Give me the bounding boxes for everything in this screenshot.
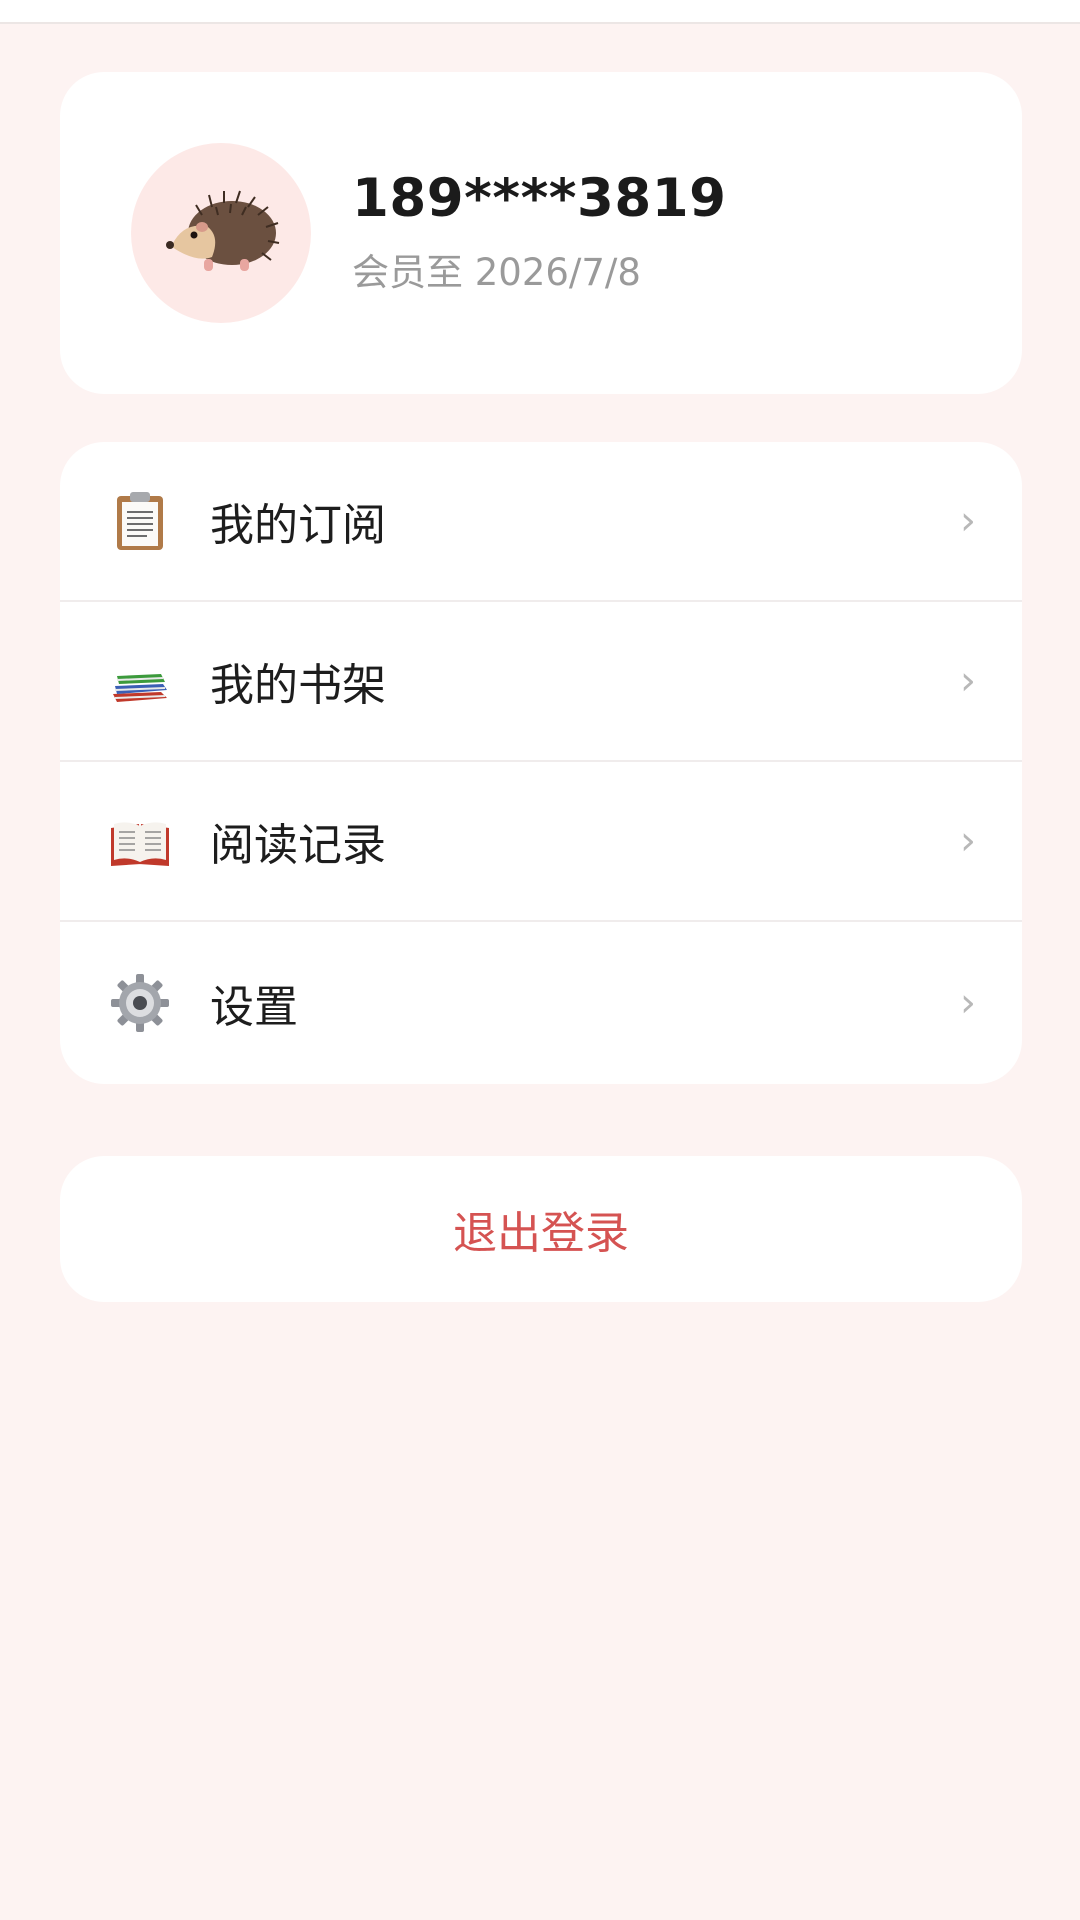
chevron-right-icon: ›	[960, 980, 976, 1026]
chevron-right-icon: ›	[960, 658, 976, 704]
clipboard-icon	[109, 490, 171, 552]
menu-item-bookshelf[interactable]: 我的书架 ›	[60, 602, 1022, 762]
logout-label: 退出登录	[453, 1208, 629, 1259]
menu-item-subscriptions[interactable]: 我的订阅 ›	[60, 442, 1022, 602]
menu-item-reading-history[interactable]: 阅读记录 ›	[60, 762, 1022, 922]
phone-number: 189****3819	[352, 168, 727, 229]
books-icon	[109, 650, 171, 712]
open-book-icon	[109, 810, 171, 872]
hedgehog-icon	[166, 190, 280, 271]
top-bar	[0, 0, 1080, 24]
gear-icon	[109, 972, 171, 1034]
membership-expiry: 会员至 2026/7/8	[352, 251, 641, 294]
profile-card[interactable]: 189****3819 会员至 2026/7/8	[60, 72, 1022, 394]
logout-button[interactable]: 退出登录	[60, 1156, 1022, 1302]
menu-list: 我的订阅 › 我的书架 › 阅读记录 › 设置 ›	[60, 442, 1022, 1084]
chevron-right-icon: ›	[960, 498, 976, 544]
chevron-right-icon: ›	[960, 818, 976, 864]
menu-item-settings[interactable]: 设置 ›	[60, 922, 1022, 1084]
menu-item-label: 我的订阅	[210, 500, 386, 551]
avatar[interactable]	[131, 143, 311, 323]
menu-item-label: 我的书架	[210, 660, 386, 711]
menu-item-label: 阅读记录	[210, 820, 386, 871]
menu-item-label: 设置	[210, 982, 298, 1033]
